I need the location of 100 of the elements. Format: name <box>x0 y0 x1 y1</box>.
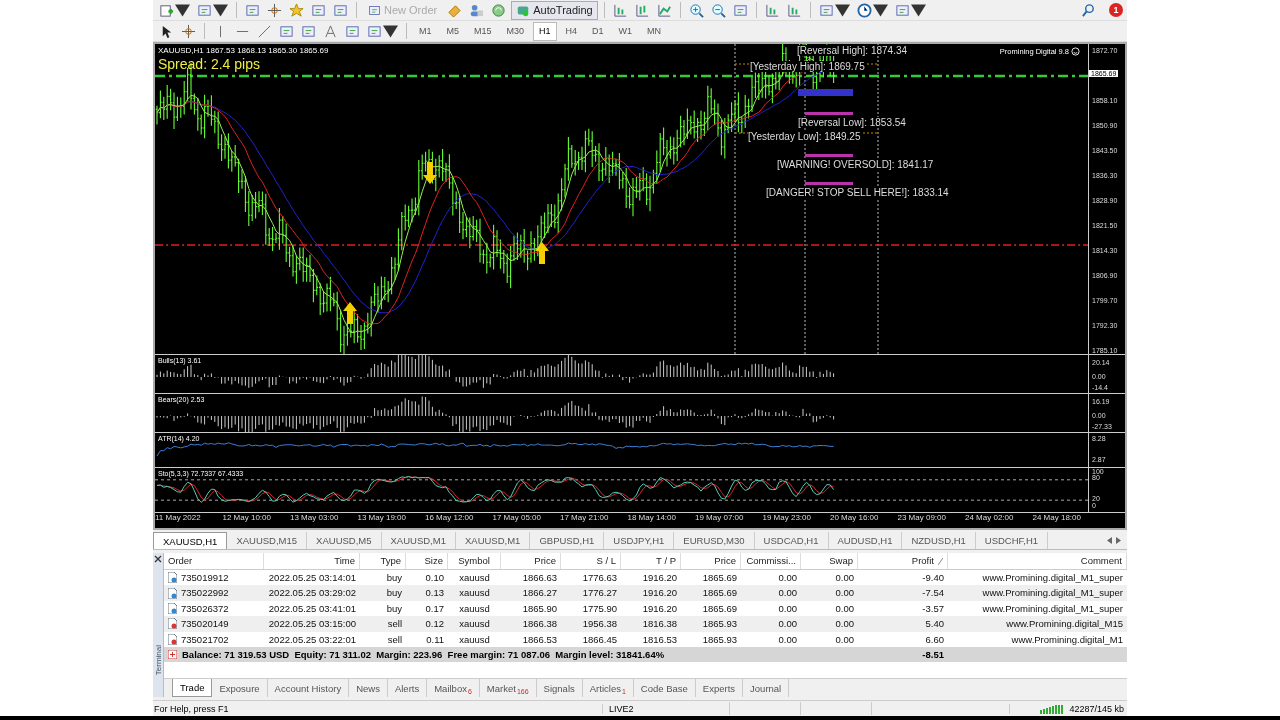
notification-badge[interactable]: 1 <box>1109 3 1123 17</box>
column-header[interactable]: Comment <box>948 553 1127 569</box>
table-cell-text: 0.00 <box>777 586 798 601</box>
timeframe-button[interactable]: H1 <box>533 21 557 41</box>
level-label: [Reversal Low]: 1853.54 <box>798 117 906 128</box>
chart-tab[interactable]: XAUUSD,M1 <box>381 532 456 549</box>
chart-header: XAUUSD,H1 1867.53 1868.13 1865.30 1865.69 <box>158 46 329 55</box>
column-header[interactable]: Profit <box>858 553 948 569</box>
table-cell-text: 1775.90 <box>581 601 618 616</box>
arrow-up-icon <box>535 242 549 264</box>
star-icon[interactable] <box>287 1 306 19</box>
table-cell-text: 1866.45 <box>581 632 618 647</box>
table-cell-text: 1776.27 <box>581 586 618 601</box>
chart-tab[interactable]: USDCAD,H1 <box>754 532 829 549</box>
table-cell-text: buy <box>385 586 403 601</box>
table-cell-text: 735020149 <box>181 617 229 632</box>
table-cell-text: 0.11 <box>425 632 445 647</box>
time-tick: 13 May 03:00 <box>290 513 340 524</box>
table-cell-text: 0.00 <box>777 632 798 647</box>
table-cell-text: 735026372 <box>181 601 229 616</box>
table-cell-text: 0.12 <box>424 617 445 632</box>
table-cell-text: buy <box>385 571 403 585</box>
table-cell-text: 0.17 <box>424 601 445 616</box>
table-cell-text: sell <box>386 617 403 632</box>
chart-tab[interactable]: NZDUSD,H1 <box>902 532 976 549</box>
timeframe-button[interactable]: M15 <box>468 21 498 41</box>
terminal-tab[interactable]: Experts <box>695 679 744 697</box>
auto-trading-button[interactable]: AutoTrading <box>511 0 598 20</box>
crosshair-icon[interactable] <box>265 1 284 19</box>
table-cell-text: 1916.20 <box>641 571 678 585</box>
column-header[interactable]: Symbol <box>448 553 501 569</box>
terminal-tab[interactable]: News <box>349 679 388 697</box>
chart-tab[interactable]: XAUUSD,H1 <box>153 532 228 549</box>
time-tick: 23 May 09:00 <box>897 513 947 524</box>
column-header[interactable]: Type <box>360 553 406 569</box>
level-label: [Reversal High]: 1874.34 <box>797 45 908 56</box>
timeframe-button[interactable]: M30 <box>500 21 531 41</box>
timeframe-button[interactable]: M5 <box>440 21 466 41</box>
server-status: LIVE2 <box>602 703 729 714</box>
terminal-tab[interactable]: Journal <box>743 679 790 697</box>
spread-label: Spread: 2.4 pips <box>158 56 260 72</box>
terminal-tab[interactable]: Signals <box>536 679 583 697</box>
table-cell-text: -7.54 <box>921 586 945 601</box>
order-icon <box>168 618 177 630</box>
table-cell-text: 1866.38 <box>521 617 558 632</box>
table-cell-text: 2022.05.25 03:41:01 <box>267 601 357 616</box>
column-header[interactable]: Order <box>164 553 264 569</box>
timeframe-button[interactable]: D1 <box>586 21 610 41</box>
time-tick: 24 May 02:00 <box>965 513 1015 524</box>
chart-tab[interactable]: USDCHF,H1 <box>975 532 1049 549</box>
terminal-tab[interactable]: Exposure <box>212 679 268 697</box>
crosshair-icon[interactable] <box>179 22 198 40</box>
table-cell-text: 1865.93 <box>701 632 738 647</box>
table-cell-text: 0.00 <box>777 617 798 632</box>
chart-tab[interactable]: AUDUSD,H1 <box>828 532 903 549</box>
column-header[interactable]: Time <box>264 553 360 569</box>
terminal-tab[interactable]: Account History <box>267 679 350 697</box>
table-cell-text: www.Promining.digital_M15 <box>1005 617 1124 632</box>
time-tick: 17 May 21:00 <box>560 513 610 524</box>
clock-icon[interactable] <box>854 1 890 19</box>
terminal-tab[interactable]: Alerts <box>387 679 428 697</box>
chart-tab[interactable]: XAUUSD,M1 <box>455 532 531 549</box>
scroll-left-icon[interactable] <box>1107 537 1112 544</box>
terminal-tab[interactable]: Code Base <box>633 679 696 697</box>
level-marker <box>798 89 853 96</box>
chart-tab[interactable]: XAUUSD,M5 <box>307 532 382 549</box>
chart-tab[interactable]: USDJPY,H1 <box>604 532 675 549</box>
chart-tab[interactable]: GBPUSD,H1 <box>530 532 605 549</box>
time-tick: 18 May 14:00 <box>627 513 677 524</box>
table-cell-text: 1865.69 <box>701 601 738 616</box>
column-header[interactable]: S / L <box>561 553 621 569</box>
table-cell-text: www.Promining.digital_M1 <box>1010 632 1124 647</box>
close-icon[interactable] <box>154 555 162 563</box>
level-marker <box>805 112 853 115</box>
table-cell-text: 1916.20 <box>641 601 678 616</box>
total-profit: -8.51 <box>921 647 945 662</box>
table-cell-text: 735019912 <box>181 571 229 585</box>
terminal-tab[interactable]: Trade <box>172 679 213 697</box>
column-header[interactable]: Size <box>406 553 448 569</box>
column-header[interactable]: Swap <box>801 553 858 569</box>
order-icon <box>168 587 177 599</box>
table-cell-text: 0.00 <box>834 617 855 632</box>
chart-tab[interactable]: EURUSD,M30 <box>674 532 755 549</box>
column-header[interactable]: Commissi... <box>741 553 801 569</box>
scroll-right-icon[interactable] <box>1116 537 1121 544</box>
terminal-label: Terminal <box>153 644 163 675</box>
time-tick: 13 May 19:00 <box>357 513 407 524</box>
timeframe-button[interactable]: H4 <box>559 21 584 41</box>
timeframe-button[interactable]: W1 <box>612 21 639 41</box>
timeframe-button[interactable]: M1 <box>413 21 438 41</box>
table-cell-text: 2022.05.25 03:29:02 <box>267 586 357 601</box>
table-cell-text: -3.57 <box>921 601 945 616</box>
timeframe-button[interactable]: MN <box>641 21 668 41</box>
table-cell-text: 5.40 <box>924 617 945 632</box>
column-header[interactable]: T / P <box>621 553 681 569</box>
column-header[interactable]: Price <box>501 553 561 569</box>
chart-tab[interactable]: XAUUSD,M15 <box>227 532 308 549</box>
level-marker <box>805 182 853 185</box>
sort-icon <box>938 557 943 565</box>
column-header[interactable]: Price <box>681 553 741 569</box>
